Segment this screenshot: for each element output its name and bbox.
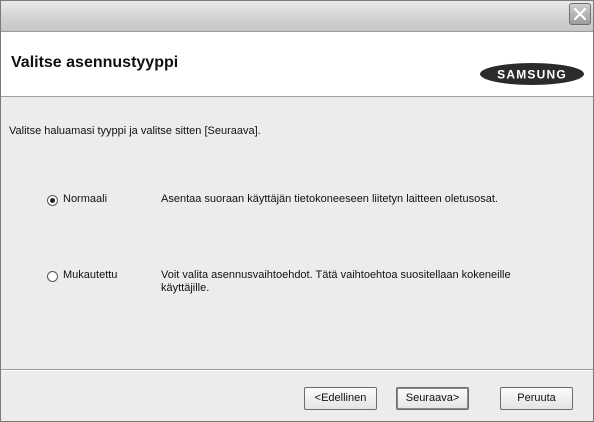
title-bar [1,1,593,32]
option-description-mukautettu-line1: Voit valita asennusvaihtoehdot. Tätä vai… [161,269,511,281]
cancel-button[interactable]: Peruuta [500,387,573,410]
radio-normaali[interactable] [47,195,58,206]
page-title: Valitse asennustyyppi [11,54,179,71]
logo-text: SAMSUNG [497,68,567,82]
wizard-header: Valitse asennustyyppi SAMSUNG [1,32,593,97]
next-button[interactable]: Seuraava> [396,387,469,410]
option-description-mukautettu-line2: käyttäjille. [161,282,210,294]
wizard-content: Valitse haluamasi tyyppi ja valitse sitt… [1,98,593,368]
option-label-normaali[interactable]: Normaali [63,193,107,205]
radio-selected-dot [50,198,55,203]
instruction-text: Valitse haluamasi tyyppi ja valitse sitt… [9,125,261,137]
close-icon [574,8,586,20]
close-button[interactable] [569,3,591,25]
installer-window: Valitse asennustyyppi SAMSUNG Valitse ha… [0,0,594,422]
back-button[interactable]: <Edellinen [304,387,377,410]
samsung-logo: SAMSUNG [480,63,584,85]
footer-divider-highlight [1,370,593,371]
option-description-normaali: Asentaa suoraan käyttäjän tietokoneeseen… [161,193,498,205]
option-label-mukautettu[interactable]: Mukautettu [63,269,117,281]
radio-mukautettu[interactable] [47,271,58,282]
